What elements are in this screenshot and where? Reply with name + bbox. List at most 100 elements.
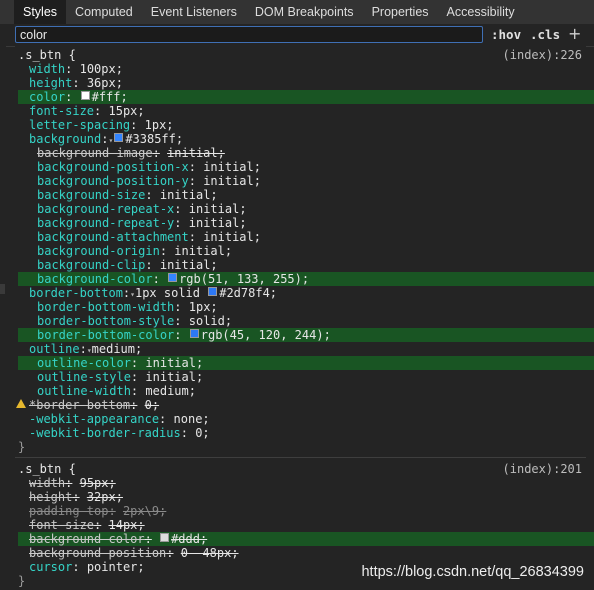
tab-dom-breakpoints[interactable]: DOM Breakpoints (246, 0, 363, 24)
declaration-row[interactable]: border-bottom-width: 1px; (15, 300, 218, 314)
filter-input[interactable] (15, 26, 483, 43)
property-value[interactable]: 100px; (80, 62, 123, 76)
property-value[interactable]: 14px; (109, 518, 145, 532)
property-name[interactable]: background-size (37, 188, 145, 202)
declaration-row[interactable]: padding-top: 2px\9; (15, 504, 166, 518)
property-name[interactable]: outline (29, 342, 80, 356)
tab-styles[interactable]: Styles (14, 0, 67, 24)
rule-selector[interactable]: .s_btn { (18, 462, 76, 476)
property-value[interactable]: 95px; (80, 476, 116, 490)
declaration-row[interactable]: background-position-x: initial; (15, 160, 261, 174)
property-name[interactable]: color (29, 90, 65, 104)
declaration-row[interactable]: font-size: 14px; (15, 518, 145, 532)
property-value[interactable]: 1px; (189, 300, 218, 314)
property-name[interactable]: outline-color (37, 356, 131, 370)
property-name[interactable]: -webkit-border-radius (29, 426, 181, 440)
property-value[interactable]: #2d78f4; (219, 286, 277, 300)
rule-source-link[interactable]: (index):201 (503, 462, 582, 476)
property-name[interactable]: border-bottom-color (37, 328, 174, 342)
property-value[interactable]: initial; (203, 160, 261, 174)
color-swatch-icon[interactable] (114, 133, 124, 142)
property-value[interactable]: initial; (203, 230, 261, 244)
color-swatch-icon[interactable] (80, 91, 90, 100)
declaration-row[interactable]: background:▾ #3385ff; (15, 132, 183, 146)
property-name[interactable]: background-image (37, 146, 153, 160)
property-name[interactable]: outline-style (37, 370, 131, 384)
property-name[interactable]: background-position-y (37, 174, 189, 188)
property-name[interactable]: width (29, 476, 65, 490)
declaration-row[interactable]: outline-style: initial; (15, 370, 203, 384)
property-value[interactable]: 0 -48px; (181, 546, 239, 560)
property-value[interactable]: initial; (160, 188, 218, 202)
property-name[interactable]: height (29, 76, 72, 90)
declaration-row[interactable]: background-clip: initial; (15, 258, 218, 272)
declaration-row[interactable]: outline-color: initial; (18, 356, 594, 370)
declaration-row[interactable]: border-bottom:▾1px solid #2d78f4; (15, 286, 277, 300)
color-swatch-icon[interactable] (189, 329, 199, 338)
property-value[interactable]: #ddd; (171, 532, 207, 546)
property-name[interactable]: font-size (29, 518, 94, 532)
declaration-row[interactable]: background-attachment: initial; (15, 230, 261, 244)
property-value[interactable]: #fff; (92, 90, 128, 104)
property-value[interactable]: 15px; (109, 104, 145, 118)
property-value[interactable]: solid; (189, 314, 232, 328)
rule-source-link[interactable]: (index):226 (503, 48, 582, 62)
property-name[interactable]: letter-spacing (29, 118, 130, 132)
declaration-row[interactable]: -webkit-appearance: none; (15, 412, 210, 426)
property-name[interactable]: *border-bottom (29, 398, 130, 412)
color-swatch-icon[interactable] (168, 273, 178, 282)
declaration-row[interactable]: outline-width: medium; (15, 384, 196, 398)
property-value[interactable]: rgb(45, 120, 244); (201, 328, 331, 342)
declaration-row[interactable]: background-position: 0 -48px; (15, 546, 239, 560)
declaration-row[interactable]: background-color: rgb(51, 133, 255); (18, 272, 594, 286)
declaration-row[interactable]: color: #fff; (18, 90, 594, 104)
property-name[interactable]: background-origin (37, 244, 160, 258)
tab-accessibility[interactable]: Accessibility (438, 0, 524, 24)
property-name[interactable]: background-repeat-y (37, 216, 174, 230)
property-value[interactable]: pointer; (87, 560, 145, 574)
declaration-row[interactable]: width: 95px; (15, 476, 116, 490)
property-value[interactable]: none; (174, 412, 210, 426)
property-name[interactable]: font-size (29, 104, 94, 118)
rule-selector[interactable]: .s_btn { (18, 48, 76, 62)
declaration-row[interactable]: height: 32px; (15, 490, 123, 504)
property-value[interactable]: initial; (167, 146, 225, 160)
declaration-row[interactable]: font-size: 15px; (15, 104, 145, 118)
property-name[interactable]: background-position-x (37, 160, 189, 174)
expand-arrow-icon[interactable]: ▾ (108, 136, 113, 145)
declaration-row[interactable]: background-repeat-x: initial; (15, 202, 247, 216)
property-name[interactable]: background-position (29, 546, 166, 560)
hov-toggle[interactable]: :hov (491, 27, 521, 42)
property-name[interactable]: background-color (29, 532, 145, 546)
tab-event-listeners[interactable]: Event Listeners (142, 0, 246, 24)
property-value[interactable]: initial; (203, 174, 261, 188)
color-swatch-icon[interactable] (208, 287, 218, 296)
tab-properties[interactable]: Properties (363, 0, 438, 24)
property-value[interactable]: 1px solid (135, 286, 207, 300)
property-value[interactable]: 36px; (87, 76, 123, 90)
declaration-row[interactable]: background-image: initial; (15, 146, 225, 160)
tab-computed[interactable]: Computed (66, 0, 142, 24)
property-name[interactable]: -webkit-appearance (29, 412, 159, 426)
property-name[interactable]: background (29, 132, 101, 146)
property-value[interactable]: medium; (92, 342, 143, 356)
property-name[interactable]: width (29, 62, 65, 76)
property-name[interactable]: padding-top (29, 504, 108, 518)
property-value[interactable]: initial; (174, 244, 232, 258)
property-name[interactable]: background-repeat-x (37, 202, 174, 216)
property-value[interactable]: medium; (145, 384, 196, 398)
property-value[interactable]: 1px; (145, 118, 174, 132)
property-name[interactable]: background-color (37, 272, 153, 286)
property-value[interactable]: initial; (189, 202, 247, 216)
declaration-row[interactable]: width: 100px; (15, 62, 123, 76)
property-name[interactable]: background-clip (37, 258, 145, 272)
declaration-row[interactable]: letter-spacing: 1px; (15, 118, 174, 132)
declaration-row[interactable]: border-bottom-style: solid; (15, 314, 232, 328)
declaration-row[interactable]: background-color: #ddd; (18, 532, 594, 546)
declaration-row[interactable]: background-size: initial; (15, 188, 218, 202)
new-style-rule-button[interactable]: + (568, 24, 581, 43)
declaration-row[interactable]: -webkit-border-radius: 0; (15, 426, 210, 440)
property-value[interactable]: initial; (189, 216, 247, 230)
declaration-row[interactable]: border-bottom-color: rgb(45, 120, 244); (18, 328, 594, 342)
property-value[interactable]: rgb(51, 133, 255); (179, 272, 309, 286)
